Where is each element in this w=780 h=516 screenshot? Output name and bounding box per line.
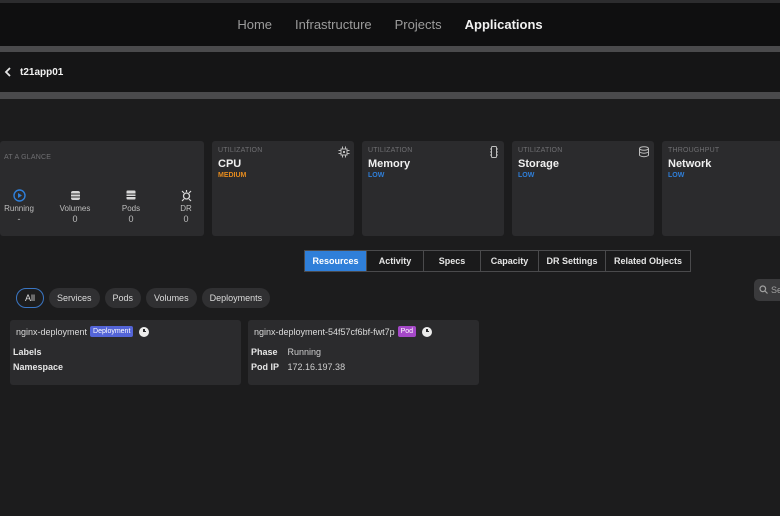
resource-card-deployment[interactable]: nginx-deployment Deployment Labels Names… [10, 320, 241, 385]
clock-icon[interactable] [139, 326, 150, 337]
filter-volumes[interactable]: Volumes [146, 288, 197, 308]
filter-all[interactable]: All [16, 288, 45, 308]
glance-running: Running - [1, 188, 37, 224]
tab-specs[interactable]: Specs [424, 251, 481, 271]
type-badge: Pod [397, 326, 417, 337]
memory-card[interactable]: UTILIZATION Memory LOW [362, 141, 504, 236]
glance-kicker: AT A GLANCE [4, 154, 52, 161]
search-icon [759, 284, 768, 296]
metric-title: CPU [218, 158, 242, 170]
detail-tabs: Resources Activity Specs Capacity DR Set… [304, 250, 691, 272]
filter-pods[interactable]: Pods [104, 288, 142, 308]
metric-title: Storage [518, 158, 559, 170]
field-key: Pod IP [251, 362, 280, 372]
field-phase: Phase Running [251, 347, 321, 357]
field-key: Namespace [13, 362, 64, 372]
tab-dr-settings[interactable]: DR Settings [539, 251, 606, 271]
tab-related-objects[interactable]: Related Objects [606, 251, 690, 271]
tab-resources[interactable]: Resources [305, 251, 367, 271]
filter-services[interactable]: Services [49, 288, 100, 308]
metric-title: Memory [368, 158, 411, 170]
cpu-card[interactable]: UTILIZATION CPU MEDIUM [212, 141, 354, 236]
breadcrumb: t21app01 [0, 52, 780, 92]
glance-value: 0 [128, 214, 134, 224]
resource-header: nginx-deployment-54f57cf6bf-fwt7p Pod [254, 326, 433, 337]
glance-dr: DR 0 [168, 188, 204, 224]
field-labels: Labels [13, 347, 47, 357]
tab-capacity[interactable]: Capacity [481, 251, 539, 271]
field-value: 172.16.197.38 [287, 362, 346, 372]
cpu-icon [338, 145, 350, 158]
back-chevron-icon[interactable] [4, 64, 18, 80]
glance-label: Running [4, 204, 34, 213]
database-icon [57, 188, 93, 202]
clock-icon[interactable] [422, 326, 433, 337]
glance-value: 0 [72, 214, 78, 224]
nav-applications[interactable]: Applications [465, 17, 543, 32]
metric-title: Network [668, 158, 712, 170]
field-namespace: Namespace [13, 362, 64, 372]
play-circle-icon [1, 188, 37, 202]
field-key: Phase [251, 347, 278, 357]
glance-label: DR [180, 204, 192, 213]
search-input[interactable]: Se [754, 279, 780, 301]
resource-header: nginx-deployment Deployment [16, 326, 150, 337]
top-nav: Home Infrastructure Projects Application… [0, 0, 780, 46]
metric-level: LOW [368, 172, 385, 179]
metric-level: MEDIUM [218, 172, 247, 179]
dr-shield-icon [168, 188, 204, 202]
glance-label: Pods [121, 204, 141, 213]
field-pod-ip: Pod IP 172.16.197.38 [251, 362, 345, 372]
nav-projects[interactable]: Projects [395, 17, 442, 32]
metric-level: LOW [668, 172, 685, 179]
storage-icon [638, 145, 650, 158]
search-placeholder: Se [771, 285, 780, 295]
filter-chips: All Services Pods Volumes Deployments [16, 288, 271, 308]
network-card[interactable]: THROUGHPUT Network LOW [662, 141, 780, 236]
storage-card[interactable]: UTILIZATION Storage LOW [512, 141, 654, 236]
memory-icon [488, 145, 500, 158]
resource-name: nginx-deployment [16, 326, 88, 337]
nav-home[interactable]: Home [237, 17, 272, 32]
type-badge: Deployment [90, 326, 134, 337]
page-title: t21app01 [20, 66, 64, 78]
glance-value: - [17, 214, 21, 224]
field-key: Labels [13, 347, 42, 357]
metric-kicker: UTILIZATION [218, 147, 263, 154]
filter-deployments[interactable]: Deployments [201, 288, 271, 308]
glance-pods: Pods 0 [113, 188, 149, 224]
metric-kicker: THROUGHPUT [668, 147, 720, 154]
resource-name: nginx-deployment-54f57cf6bf-fwt7p [254, 326, 395, 337]
glance-value: 0 [183, 214, 189, 224]
divider-band [0, 92, 780, 99]
pods-icon [113, 188, 149, 202]
glance-volumes: Volumes 0 [57, 188, 93, 224]
tab-activity[interactable]: Activity [367, 251, 424, 271]
metric-level: LOW [518, 172, 535, 179]
metric-kicker: UTILIZATION [518, 147, 563, 154]
resource-card-pod[interactable]: nginx-deployment-54f57cf6bf-fwt7p Pod Ph… [248, 320, 479, 385]
nav-infrastructure[interactable]: Infrastructure [295, 17, 372, 32]
metric-kicker: UTILIZATION [368, 147, 413, 154]
field-value: Running [287, 347, 322, 357]
glance-label: Volumes [59, 204, 91, 213]
